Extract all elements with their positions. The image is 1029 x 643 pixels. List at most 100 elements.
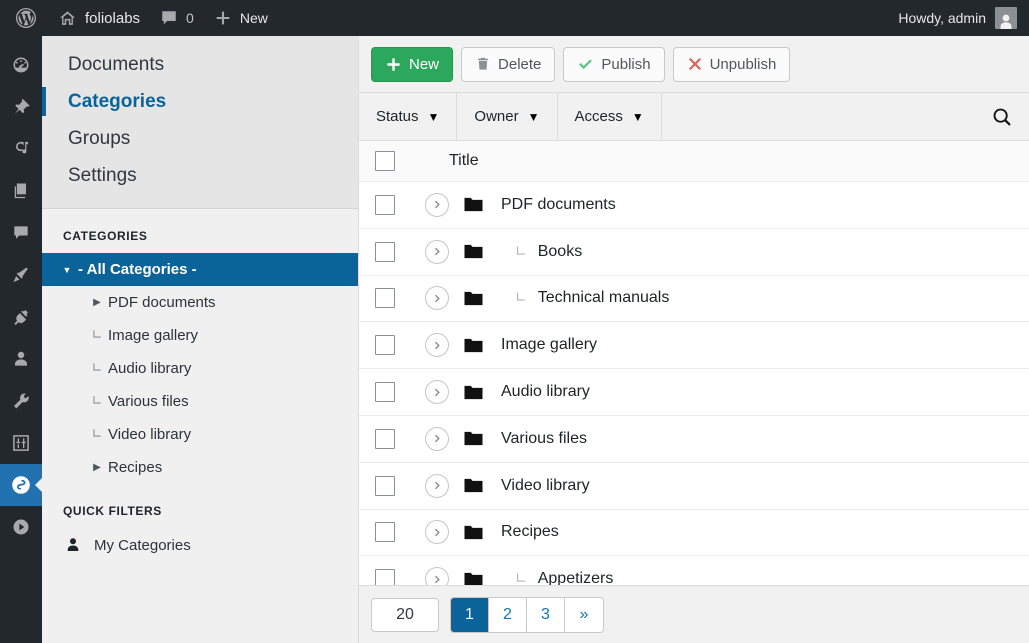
- nav-item-categories[interactable]: Categories: [42, 83, 358, 120]
- owner-filter[interactable]: Owner ▼: [457, 93, 558, 140]
- caret-down-icon[interactable]: ▼: [56, 265, 78, 275]
- rail-item-comments[interactable]: [0, 212, 42, 254]
- table-row[interactable]: ∟ Technical manuals: [359, 275, 1029, 323]
- quick-filter-my-categories[interactable]: My Categories: [42, 528, 358, 562]
- row-title[interactable]: Various files: [501, 430, 587, 448]
- row-title[interactable]: Video library: [501, 477, 590, 495]
- table-row[interactable]: ∟ Books: [359, 228, 1029, 276]
- row-checkbox[interactable]: [375, 194, 395, 215]
- row-checkbox[interactable]: [375, 335, 395, 356]
- table-row[interactable]: ∟ Appetizers: [359, 556, 1029, 585]
- chevron-right-circle-icon[interactable]: [425, 333, 449, 358]
- new-content-button[interactable]: New: [204, 0, 278, 36]
- row-select-cell[interactable]: [359, 569, 411, 585]
- row-checkbox[interactable]: [375, 475, 395, 496]
- row-checkbox[interactable]: [375, 241, 395, 262]
- chevron-right-circle-icon[interactable]: [425, 239, 449, 264]
- table-row[interactable]: Various files: [359, 415, 1029, 463]
- row-select-cell[interactable]: [359, 241, 411, 262]
- row-expand-cell[interactable]: [411, 520, 463, 545]
- row-title[interactable]: Audio library: [501, 383, 590, 401]
- row-select-cell[interactable]: [359, 194, 411, 215]
- comments-button[interactable]: 0: [150, 0, 204, 36]
- row-title[interactable]: PDF documents: [501, 196, 616, 214]
- access-filter[interactable]: Access ▼: [558, 93, 662, 140]
- nav-item-settings[interactable]: Settings: [42, 157, 358, 194]
- row-select-cell[interactable]: [359, 475, 411, 496]
- row-checkbox[interactable]: [375, 569, 395, 585]
- rail-item-pages[interactable]: [0, 170, 42, 212]
- tree-item-recipes[interactable]: ▶ Recipes: [42, 451, 358, 484]
- row-expand-cell[interactable]: [411, 380, 463, 405]
- table-row[interactable]: Audio library: [359, 369, 1029, 416]
- row-expand-cell[interactable]: [411, 192, 463, 217]
- row-title-wrap[interactable]: ∟ Appetizers: [501, 570, 613, 585]
- row-expand-cell[interactable]: [411, 286, 463, 311]
- row-expand-cell[interactable]: [411, 239, 463, 264]
- table-row[interactable]: Video library: [359, 462, 1029, 510]
- row-checkbox[interactable]: [375, 428, 395, 449]
- row-select-cell[interactable]: [359, 428, 411, 449]
- row-expand-cell[interactable]: [411, 567, 463, 585]
- tree-item-all-categories[interactable]: ▼ - All Categories -: [42, 253, 358, 286]
- next-page-button[interactable]: »: [565, 597, 603, 632]
- status-filter[interactable]: Status ▼: [359, 93, 458, 140]
- chevron-right-circle-icon[interactable]: [425, 567, 449, 585]
- wordpress-logo-button[interactable]: [4, 0, 48, 36]
- tree-item-image-gallery[interactable]: ∟ Image gallery: [42, 319, 358, 352]
- search-icon[interactable]: [991, 106, 1013, 128]
- row-title-wrap[interactable]: ∟ Books: [501, 243, 582, 261]
- page-button-2[interactable]: 2: [489, 597, 527, 632]
- new-button[interactable]: New: [371, 46, 454, 82]
- site-name-button[interactable]: foliolabs: [48, 0, 150, 36]
- rail-item-tools[interactable]: [0, 380, 42, 422]
- publish-button[interactable]: Publish: [563, 46, 665, 82]
- nav-item-documents[interactable]: Documents: [42, 46, 358, 83]
- select-all-cell[interactable]: [359, 151, 411, 171]
- row-expand-cell[interactable]: [411, 426, 463, 451]
- rail-item-settings[interactable]: [0, 422, 42, 464]
- rail-item-media-player[interactable]: [0, 506, 42, 548]
- row-select-cell[interactable]: [359, 382, 411, 403]
- rail-item-appearance[interactable]: [0, 254, 42, 296]
- tree-item-video-library[interactable]: ∟ Video library: [42, 418, 358, 451]
- row-select-cell[interactable]: [359, 335, 411, 356]
- chevron-right-circle-icon[interactable]: [425, 286, 449, 311]
- rail-item-users[interactable]: [0, 338, 42, 380]
- row-checkbox[interactable]: [375, 522, 395, 543]
- tree-item-pdf-documents[interactable]: ▶ PDF documents: [42, 286, 358, 319]
- select-all-checkbox[interactable]: [375, 151, 395, 171]
- nav-item-groups[interactable]: Groups: [42, 120, 358, 157]
- rail-item-foliolabs[interactable]: [0, 464, 42, 506]
- table-row[interactable]: Image gallery: [359, 322, 1029, 370]
- per-page-input[interactable]: 20: [371, 597, 439, 632]
- chevron-right-circle-icon[interactable]: [425, 380, 449, 405]
- row-checkbox[interactable]: [375, 288, 395, 309]
- rail-item-dashboard[interactable]: [0, 44, 42, 86]
- tree-item-various-files[interactable]: ∟ Various files: [42, 385, 358, 418]
- table-row[interactable]: PDF documents: [359, 182, 1029, 229]
- row-select-cell[interactable]: [359, 522, 411, 543]
- chevron-right-circle-icon[interactable]: [425, 520, 449, 545]
- row-expand-cell[interactable]: [411, 333, 463, 358]
- row-title[interactable]: Image gallery: [501, 336, 597, 354]
- row-select-cell[interactable]: [359, 288, 411, 309]
- rail-item-posts[interactable]: [0, 86, 42, 128]
- unpublish-button[interactable]: Unpublish: [672, 46, 791, 82]
- chevron-right-circle-icon[interactable]: [425, 192, 449, 217]
- table-row[interactable]: Recipes: [359, 509, 1029, 557]
- row-title-wrap[interactable]: ∟ Technical manuals: [501, 289, 669, 307]
- delete-button[interactable]: Delete: [461, 46, 556, 82]
- caret-right-icon[interactable]: ▶: [86, 462, 108, 473]
- tree-item-audio-library[interactable]: ∟ Audio library: [42, 352, 358, 385]
- admin-bar-right[interactable]: Howdy, admin: [898, 7, 1029, 29]
- chevron-right-circle-icon[interactable]: [425, 426, 449, 451]
- row-expand-cell[interactable]: [411, 473, 463, 498]
- column-header-title[interactable]: Title: [411, 152, 479, 170]
- rail-item-media[interactable]: [0, 128, 42, 170]
- rail-item-plugins[interactable]: [0, 296, 42, 338]
- chevron-right-circle-icon[interactable]: [425, 473, 449, 498]
- caret-right-icon[interactable]: ▶: [86, 297, 108, 308]
- row-checkbox[interactable]: [375, 382, 395, 403]
- row-title[interactable]: Recipes: [501, 523, 559, 541]
